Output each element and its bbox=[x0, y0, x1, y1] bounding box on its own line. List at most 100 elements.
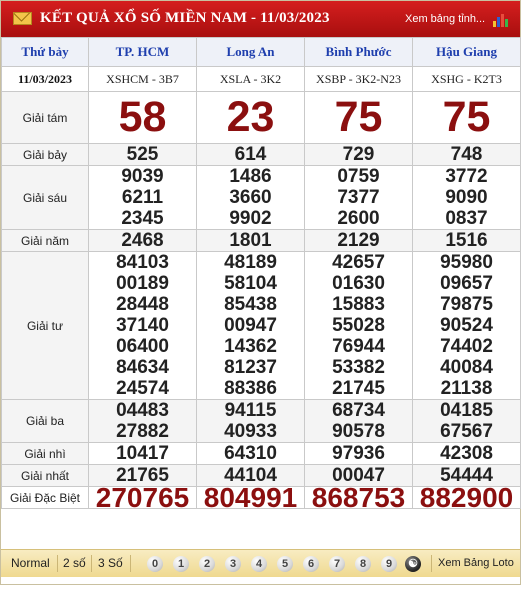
prize-number: 84634 bbox=[116, 357, 169, 378]
digit-ball[interactable]: 2 bbox=[199, 556, 215, 572]
mode-3-digits-tab[interactable]: 3 Số bbox=[98, 556, 123, 570]
province-link[interactable]: TP. HCM bbox=[88, 37, 197, 67]
digit-ball[interactable]: 1 bbox=[173, 556, 189, 572]
prize-cell: 2468 bbox=[88, 229, 197, 252]
province-link[interactable]: Hậu Giang bbox=[412, 37, 521, 67]
results-header: KẾT QUẢ XỔ SỐ MIỀN NAM - 11/03/2023 Xem … bbox=[1, 1, 520, 37]
prize-number: 90524 bbox=[440, 315, 493, 336]
prize-number: 48189 bbox=[224, 252, 277, 273]
prize-number: 88386 bbox=[224, 378, 277, 399]
prize-number: 0759 bbox=[337, 166, 380, 187]
prize-number: 67567 bbox=[440, 421, 493, 442]
prize-cell: 525 bbox=[88, 143, 197, 166]
prize-number: 24574 bbox=[116, 378, 169, 399]
prize-number: 9090 bbox=[445, 187, 488, 208]
yin-yang-icon[interactable]: ☯ bbox=[405, 556, 421, 572]
prize-label: Giải tám bbox=[1, 91, 89, 144]
prize-cell: 1801 bbox=[196, 229, 305, 252]
prize-cell: 42308 bbox=[412, 442, 521, 465]
draw-code: XSLA - 3K2 bbox=[196, 66, 305, 92]
prize-number: 74402 bbox=[440, 336, 493, 357]
digit-ball[interactable]: 5 bbox=[277, 556, 293, 572]
prize-number: 1486 bbox=[229, 166, 272, 187]
calendar-link[interactable]: Xem bảng tỉnh... bbox=[405, 13, 485, 25]
mail-icon[interactable] bbox=[13, 12, 32, 25]
prize-number: 94115 bbox=[224, 400, 277, 421]
prize-label: Giải nhất bbox=[1, 464, 89, 487]
results-table: Thứ bảy TP. HCM Long An Bình Phước Hậu G… bbox=[1, 37, 521, 513]
digit-ball[interactable]: 3 bbox=[225, 556, 241, 572]
results-panel: KẾT QUẢ XỔ SỐ MIỀN NAM - 11/03/2023 Xem … bbox=[0, 0, 521, 585]
prize-number: 95980 bbox=[440, 252, 493, 273]
prize-number: 14362 bbox=[224, 336, 277, 357]
bar-chart-icon[interactable] bbox=[493, 13, 509, 27]
prize-number: 21745 bbox=[332, 378, 385, 399]
prize-number: 01630 bbox=[332, 273, 385, 294]
prize-number: 270765 bbox=[95, 482, 190, 513]
prize-cell: 748 bbox=[412, 143, 521, 166]
prize-number: 3772 bbox=[445, 166, 488, 187]
prize-number: 58 bbox=[118, 93, 167, 141]
prize-number: 00189 bbox=[116, 273, 169, 294]
prize-number: 614 bbox=[234, 144, 267, 165]
digit-ball[interactable]: 0 bbox=[147, 556, 163, 572]
prize-cell: 270765 bbox=[88, 482, 197, 513]
prize-number: 9902 bbox=[229, 208, 272, 229]
divider bbox=[57, 555, 58, 572]
prize-number: 53382 bbox=[332, 357, 385, 378]
prize-cell: 23 bbox=[196, 91, 305, 144]
province-link[interactable]: Long An bbox=[196, 37, 305, 67]
prize-cell: 97936 bbox=[304, 442, 413, 465]
prize-number: 804991 bbox=[203, 482, 298, 513]
mode-normal-tab[interactable]: Normal bbox=[11, 556, 50, 570]
digit-ball[interactable]: 9 bbox=[381, 556, 397, 572]
prize-number: 04185 bbox=[440, 400, 493, 421]
prize-cell: 04185 67567 bbox=[412, 399, 521, 443]
day-label: Thứ bảy bbox=[1, 37, 89, 67]
prize-number: 40933 bbox=[224, 421, 277, 442]
prize-cell: 94115 40933 bbox=[196, 399, 305, 443]
draw-code: XSHCM - 3B7 bbox=[88, 66, 197, 92]
prize-number: 40084 bbox=[440, 357, 493, 378]
prize-cell: 75 bbox=[304, 91, 413, 144]
prize-cell: 1486 3660 9902 bbox=[196, 165, 305, 230]
prize-number: 97936 bbox=[332, 443, 385, 464]
prize-label: Giải bảy bbox=[1, 143, 89, 166]
prize-number: 04483 bbox=[116, 400, 169, 421]
prize-number: 06400 bbox=[116, 336, 169, 357]
prize-number: 748 bbox=[450, 144, 483, 165]
prize-cell: 58 bbox=[88, 91, 197, 144]
prize-number: 68734 bbox=[332, 400, 385, 421]
prize-number: 79875 bbox=[440, 294, 493, 315]
digit-ball[interactable]: 4 bbox=[251, 556, 267, 572]
draw-code: XSHG - K2T3 bbox=[412, 66, 521, 92]
prize-number: 882900 bbox=[419, 482, 514, 513]
digit-ball[interactable]: 8 bbox=[355, 556, 371, 572]
prize-number: 76944 bbox=[332, 336, 385, 357]
prize-cell: 64310 bbox=[196, 442, 305, 465]
digit-ball[interactable]: 6 bbox=[303, 556, 319, 572]
prize-number: 42308 bbox=[440, 443, 493, 464]
divider bbox=[431, 555, 432, 572]
prize-number: 525 bbox=[126, 144, 159, 165]
loto-table-link[interactable]: Xem Bảng Loto bbox=[438, 557, 514, 569]
prize-number: 84103 bbox=[116, 252, 169, 273]
mode-2-digits-tab[interactable]: 2 số bbox=[63, 556, 86, 570]
prize-cell: 48189 58104 85438 00947 14362 81237 88386 bbox=[196, 251, 305, 400]
digit-ball[interactable]: 7 bbox=[329, 556, 345, 572]
prize-number: 75 bbox=[442, 93, 491, 141]
province-link[interactable]: Bình Phước bbox=[304, 37, 413, 67]
prize-cell: 1516 bbox=[412, 229, 521, 252]
prize-row-8: Giải tám 58 23 75 75 bbox=[1, 91, 521, 144]
prize-row-6: Giải sáu 9039 6211 2345 1486 3660 9902 0759 7377… bbox=[1, 165, 521, 230]
prize-label: Giải sáu bbox=[1, 165, 89, 230]
prize-row-7: Giải bảy 525 614 729 748 bbox=[1, 143, 521, 166]
prize-cell: 868753 bbox=[304, 484, 413, 512]
prize-number: 85438 bbox=[224, 294, 277, 315]
prize-cell: 882900 bbox=[412, 482, 521, 513]
prize-number: 23 bbox=[226, 93, 275, 141]
prize-number: 58104 bbox=[224, 273, 277, 294]
prize-number: 7377 bbox=[337, 187, 380, 208]
prize-number: 28448 bbox=[116, 294, 169, 315]
prize-number: 2129 bbox=[337, 230, 380, 251]
